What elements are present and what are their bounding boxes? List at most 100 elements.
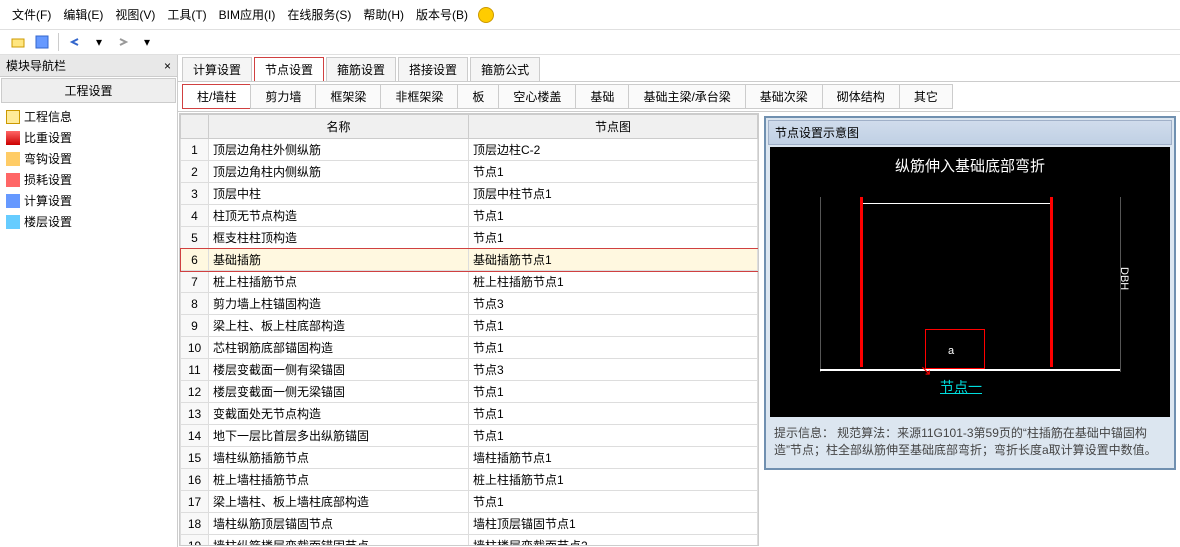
tab-4[interactable]: 箍筋公式 — [470, 57, 540, 81]
subtab-6[interactable]: 基础 — [575, 84, 629, 109]
tree-item-project-info[interactable]: 工程信息 — [2, 106, 175, 127]
menu-online[interactable]: 在线服务(S) — [283, 4, 355, 25]
open-button[interactable] — [8, 32, 28, 52]
row-node[interactable]: 节点1 — [469, 227, 758, 249]
table-row[interactable]: 4 柱顶无节点构造 节点1 — [181, 205, 758, 227]
tree-item-hook[interactable]: 弯钩设置 — [2, 148, 175, 169]
subtab-8[interactable]: 基础次梁 — [745, 84, 823, 109]
table-row[interactable]: 19 墙柱纵筋楼层变截面锚固节点 墙柱楼层变截面节点2 — [181, 535, 758, 547]
row-name[interactable]: 梁上柱、板上柱底部构造 — [209, 315, 469, 337]
row-name[interactable]: 柱顶无节点构造 — [209, 205, 469, 227]
row-name[interactable]: 楼层变截面一侧无梁锚固 — [209, 381, 469, 403]
tab-0[interactable]: 计算设置 — [182, 57, 252, 81]
table-row[interactable]: 17 梁上墙柱、板上墙柱底部构造 节点1 — [181, 491, 758, 513]
nav-header: 模块导航栏 × — [0, 55, 177, 77]
table-row[interactable]: 12 楼层变截面一侧无梁锚固 节点1 — [181, 381, 758, 403]
row-node[interactable]: 桩上柱插筋节点1 — [469, 469, 758, 491]
nav-close-icon[interactable]: × — [164, 59, 171, 73]
row-node[interactable]: 节点1 — [469, 403, 758, 425]
dbh-label: DBH — [1118, 267, 1130, 290]
redo-button[interactable] — [113, 32, 133, 52]
row-node[interactable]: 节点1 — [469, 337, 758, 359]
row-name[interactable]: 基础插筋 — [209, 249, 469, 271]
row-node[interactable]: 节点1 — [469, 425, 758, 447]
table-row[interactable]: 8 剪力墙上柱锚固构造 节点3 — [181, 293, 758, 315]
tab-1[interactable]: 节点设置 — [254, 57, 324, 81]
table-row[interactable]: 1 顶层边角柱外侧纵筋 顶层边柱C-2 — [181, 139, 758, 161]
row-name[interactable]: 顶层中柱 — [209, 183, 469, 205]
table-row[interactable]: 18 墙柱纵筋顶层锚固节点 墙柱顶层锚固节点1 — [181, 513, 758, 535]
table-row[interactable]: 5 框支柱柱顶构造 节点1 — [181, 227, 758, 249]
dim-line — [860, 203, 1050, 204]
table-row[interactable]: 7 桩上柱插筋节点 桩上柱插筋节点1 — [181, 271, 758, 293]
node-label[interactable]: 节点一 — [940, 377, 982, 397]
row-node[interactable]: 节点1 — [469, 205, 758, 227]
row-name[interactable]: 桩上柱插筋节点 — [209, 271, 469, 293]
table-row[interactable]: 11 楼层变截面一侧有梁锚固 节点3 — [181, 359, 758, 381]
undo-button[interactable] — [65, 32, 85, 52]
row-node[interactable]: 节点1 — [469, 491, 758, 513]
row-name[interactable]: 顶层边角柱内侧纵筋 — [209, 161, 469, 183]
row-node[interactable]: 墙柱插筋节点1 — [469, 447, 758, 469]
subtab-9[interactable]: 砌体结构 — [822, 84, 900, 109]
tree-item-floor[interactable]: 楼层设置 — [2, 211, 175, 232]
row-node[interactable]: 节点1 — [469, 381, 758, 403]
subtab-4[interactable]: 板 — [457, 84, 499, 109]
menu-tools[interactable]: 工具(T) — [163, 4, 210, 25]
menu-help[interactable]: 帮助(H) — [359, 4, 408, 25]
table-row[interactable]: 3 顶层中柱 顶层中柱节点1 — [181, 183, 758, 205]
redo-dropdown[interactable]: ▾ — [137, 32, 157, 52]
row-name[interactable]: 地下一层比首层多出纵筋锚固 — [209, 425, 469, 447]
save-button[interactable] — [32, 32, 52, 52]
menu-version[interactable]: 版本号(B) — [412, 4, 472, 25]
row-name[interactable]: 剪力墙上柱锚固构造 — [209, 293, 469, 315]
menu-view[interactable]: 视图(V) — [111, 4, 159, 25]
row-node[interactable]: 顶层边柱C-2 — [469, 139, 758, 161]
subtab-5[interactable]: 空心楼盖 — [498, 84, 576, 109]
row-node[interactable]: 顶层中柱节点1 — [469, 183, 758, 205]
table-row[interactable]: 10 芯柱钢筋底部锚固构造 节点1 — [181, 337, 758, 359]
table-row[interactable]: 9 梁上柱、板上柱底部构造 节点1 — [181, 315, 758, 337]
row-name[interactable]: 墙柱纵筋插筋节点 — [209, 447, 469, 469]
table-row[interactable]: 15 墙柱纵筋插筋节点 墙柱插筋节点1 — [181, 447, 758, 469]
row-node[interactable]: 基础插筋节点1 — [469, 249, 758, 271]
menu-edit[interactable]: 编辑(E) — [59, 4, 107, 25]
subtab-3[interactable]: 非框架梁 — [380, 84, 458, 109]
row-node[interactable]: 墙柱顶层锚固节点1 — [469, 513, 758, 535]
table-row[interactable]: 13 变截面处无节点构造 节点1 — [181, 403, 758, 425]
row-num: 16 — [181, 469, 209, 491]
tab-3[interactable]: 搭接设置 — [398, 57, 468, 81]
subtab-10[interactable]: 其它 — [899, 84, 953, 109]
menu-file[interactable]: 文件(F) — [8, 4, 55, 25]
row-node[interactable]: 墙柱楼层变截面节点2 — [469, 535, 758, 547]
table-row[interactable]: 2 顶层边角柱内侧纵筋 节点1 — [181, 161, 758, 183]
table-row[interactable]: 16 桩上墙柱插筋节点 桩上柱插筋节点1 — [181, 469, 758, 491]
row-node[interactable]: 桩上柱插筋节点1 — [469, 271, 758, 293]
row-name[interactable]: 芯柱钢筋底部锚固构造 — [209, 337, 469, 359]
subtab-1[interactable]: 剪力墙 — [250, 84, 316, 109]
row-name[interactable]: 楼层变截面一侧有梁锚固 — [209, 359, 469, 381]
tree-item-calc[interactable]: 计算设置 — [2, 190, 175, 211]
row-name[interactable]: 顶层边角柱外侧纵筋 — [209, 139, 469, 161]
row-name[interactable]: 变截面处无节点构造 — [209, 403, 469, 425]
row-name[interactable]: 桩上墙柱插筋节点 — [209, 469, 469, 491]
table-row[interactable]: 6 基础插筋 基础插筋节点1 — [181, 249, 758, 271]
row-node[interactable]: 节点1 — [469, 161, 758, 183]
row-node[interactable]: 节点3 — [469, 359, 758, 381]
row-node[interactable]: 节点1 — [469, 315, 758, 337]
tree-item-weight[interactable]: 比重设置 — [2, 127, 175, 148]
subtab-0[interactable]: 柱/墙柱 — [182, 84, 251, 109]
row-name[interactable]: 框支柱柱顶构造 — [209, 227, 469, 249]
subtab-2[interactable]: 框架梁 — [315, 84, 381, 109]
tab-2[interactable]: 箍筋设置 — [326, 57, 396, 81]
menu-bim[interactable]: BIM应用(I) — [215, 4, 280, 25]
row-name[interactable]: 墙柱纵筋顶层锚固节点 — [209, 513, 469, 535]
face-icon[interactable] — [478, 7, 494, 23]
subtab-7[interactable]: 基础主梁/承台梁 — [628, 84, 745, 109]
undo-dropdown[interactable]: ▾ — [89, 32, 109, 52]
row-name[interactable]: 墙柱纵筋楼层变截面锚固节点 — [209, 535, 469, 547]
tree-item-loss[interactable]: 损耗设置 — [2, 169, 175, 190]
row-name[interactable]: 梁上墙柱、板上墙柱底部构造 — [209, 491, 469, 513]
table-row[interactable]: 14 地下一层比首层多出纵筋锚固 节点1 — [181, 425, 758, 447]
row-node[interactable]: 节点3 — [469, 293, 758, 315]
